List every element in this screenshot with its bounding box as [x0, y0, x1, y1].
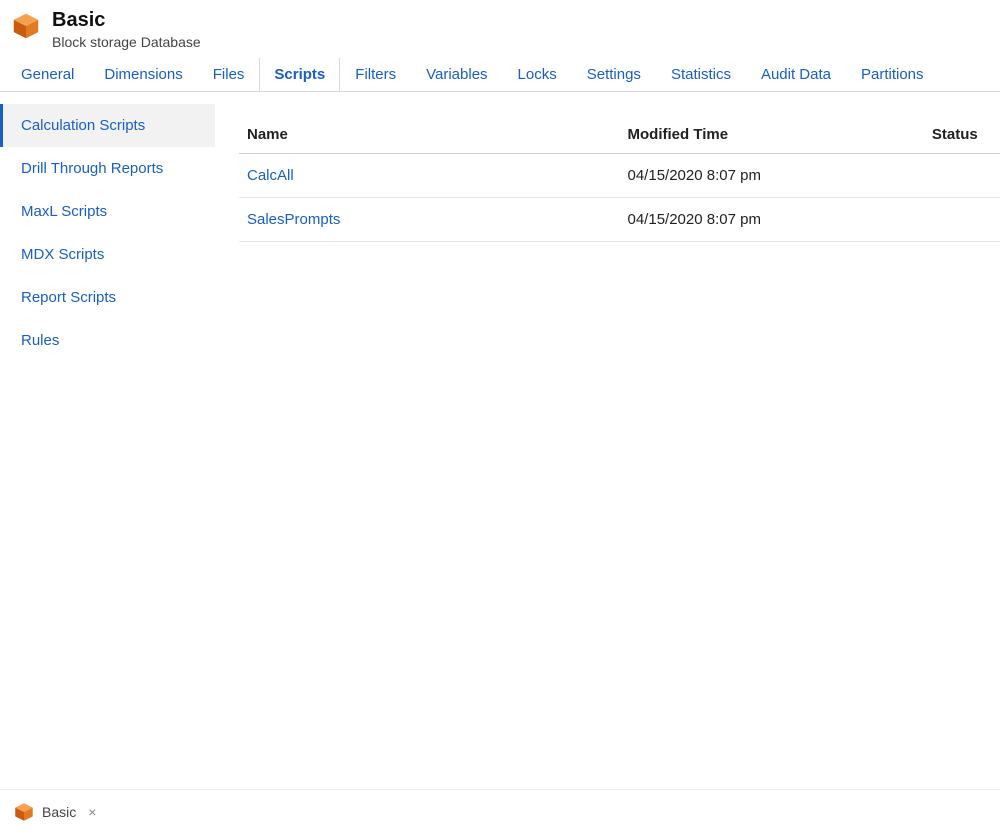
- script-name-link[interactable]: CalcAll: [239, 154, 620, 198]
- footer-open-tabs: Basic ×: [0, 789, 1000, 833]
- tab-filters[interactable]: Filters: [340, 58, 411, 91]
- tab-statistics[interactable]: Statistics: [656, 58, 746, 91]
- scripts-table: Name Modified Time Status CalcAll 04/15/…: [239, 116, 1000, 242]
- tab-partitions[interactable]: Partitions: [846, 58, 939, 91]
- page-title: Basic: [52, 8, 201, 32]
- table-row[interactable]: SalesPrompts 04/15/2020 8:07 pm: [239, 198, 1000, 242]
- table-row[interactable]: CalcAll 04/15/2020 8:07 pm: [239, 154, 1000, 198]
- tab-scripts[interactable]: Scripts: [259, 58, 340, 91]
- tabs-bar: General Dimensions Files Scripts Filters…: [0, 58, 1000, 92]
- tab-settings[interactable]: Settings: [572, 58, 656, 91]
- title-block: Basic Block storage Database: [52, 8, 201, 50]
- tab-locks[interactable]: Locks: [503, 58, 572, 91]
- sidebar-item-rules[interactable]: Rules: [0, 319, 215, 362]
- footer-tab-basic[interactable]: Basic ×: [14, 802, 100, 822]
- tab-dimensions[interactable]: Dimensions: [89, 58, 197, 91]
- column-modified-time[interactable]: Modified Time: [620, 116, 924, 154]
- column-name[interactable]: Name: [239, 116, 620, 154]
- sidebar-item-calculation-scripts[interactable]: Calculation Scripts: [0, 104, 215, 147]
- column-status[interactable]: Status: [924, 116, 1000, 154]
- sidebar: Calculation Scripts Drill Through Report…: [0, 92, 215, 805]
- sidebar-item-drill-through-reports[interactable]: Drill Through Reports: [0, 147, 215, 190]
- sidebar-item-report-scripts[interactable]: Report Scripts: [0, 276, 215, 319]
- tab-audit-data[interactable]: Audit Data: [746, 58, 846, 91]
- page-subtitle: Block storage Database: [52, 34, 201, 50]
- main-panel: Name Modified Time Status CalcAll 04/15/…: [215, 92, 1000, 805]
- database-cube-icon: [12, 12, 40, 40]
- table-header-row: Name Modified Time Status: [239, 116, 1000, 154]
- content-area: Calculation Scripts Drill Through Report…: [0, 92, 1000, 805]
- script-name-link[interactable]: SalesPrompts: [239, 198, 620, 242]
- database-cube-icon: [14, 802, 34, 822]
- tab-variables[interactable]: Variables: [411, 58, 502, 91]
- close-icon[interactable]: ×: [84, 804, 100, 820]
- header: Basic Block storage Database: [0, 0, 1000, 58]
- sidebar-item-maxl-scripts[interactable]: MaxL Scripts: [0, 190, 215, 233]
- tab-files[interactable]: Files: [198, 58, 260, 91]
- tab-general[interactable]: General: [6, 58, 89, 91]
- footer-tab-label: Basic: [42, 804, 76, 820]
- script-status: [924, 198, 1000, 242]
- script-modified: 04/15/2020 8:07 pm: [620, 154, 924, 198]
- sidebar-item-mdx-scripts[interactable]: MDX Scripts: [0, 233, 215, 276]
- script-modified: 04/15/2020 8:07 pm: [620, 198, 924, 242]
- script-status: [924, 154, 1000, 198]
